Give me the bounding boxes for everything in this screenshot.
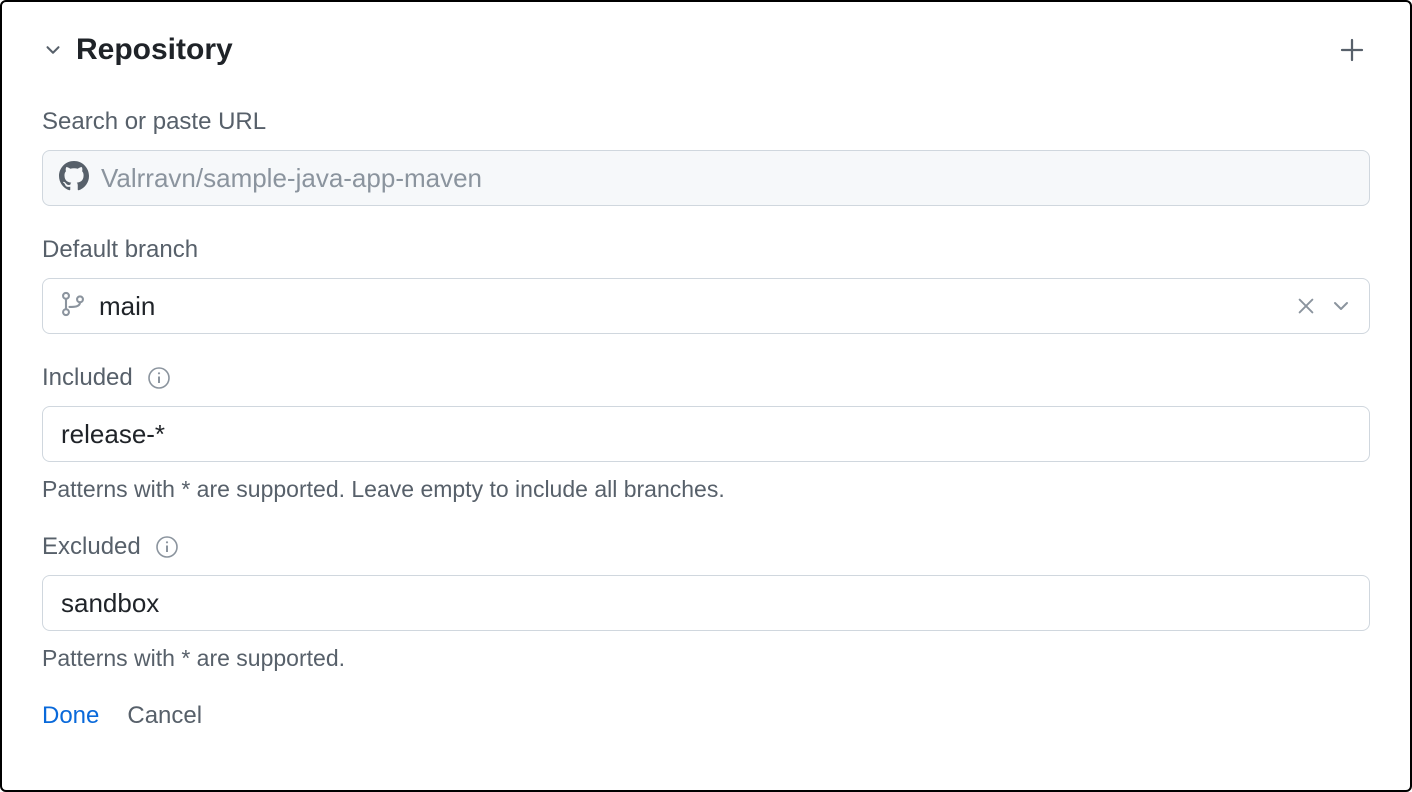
info-icon[interactable] — [147, 366, 171, 390]
excluded-label-text: Excluded — [42, 533, 141, 561]
select-actions — [1295, 294, 1353, 318]
included-label: Included — [42, 364, 1370, 392]
default-branch-label: Default branch — [42, 236, 1370, 264]
github-icon — [59, 161, 89, 196]
cancel-button[interactable]: Cancel — [127, 702, 202, 730]
panel-title: Repository — [76, 33, 233, 67]
repository-url-value: Valrravn/sample-java-app-maven — [101, 163, 482, 194]
chevron-down-icon[interactable] — [42, 39, 64, 61]
branch-icon — [59, 290, 87, 323]
included-label-text: Included — [42, 364, 133, 392]
excluded-input[interactable] — [42, 575, 1370, 631]
search-url-label: Search or paste URL — [42, 108, 1370, 136]
included-input[interactable] — [42, 406, 1370, 462]
repository-url-section: Search or paste URL Valrravn/sample-java… — [42, 108, 1370, 206]
chevron-down-icon[interactable] — [1329, 294, 1353, 318]
default-branch-section: Default branch main — [42, 236, 1370, 334]
excluded-section: Excluded Patterns with * are supported. — [42, 533, 1370, 672]
repository-url-field[interactable]: Valrravn/sample-java-app-maven — [42, 150, 1370, 206]
default-branch-select[interactable]: main — [42, 278, 1370, 334]
clear-icon[interactable] — [1295, 295, 1317, 317]
add-button[interactable] — [1334, 32, 1370, 68]
header-left: Repository — [42, 33, 233, 67]
info-icon[interactable] — [155, 535, 179, 559]
excluded-label: Excluded — [42, 533, 1370, 561]
panel-header: Repository — [42, 32, 1370, 68]
included-helper: Patterns with * are supported. Leave emp… — [42, 476, 1370, 503]
included-section: Included Patterns with * are supported. … — [42, 364, 1370, 503]
footer-actions: Done Cancel — [42, 702, 1370, 730]
done-button[interactable]: Done — [42, 702, 99, 730]
default-branch-value: main — [99, 291, 1283, 322]
excluded-helper: Patterns with * are supported. — [42, 645, 1370, 672]
